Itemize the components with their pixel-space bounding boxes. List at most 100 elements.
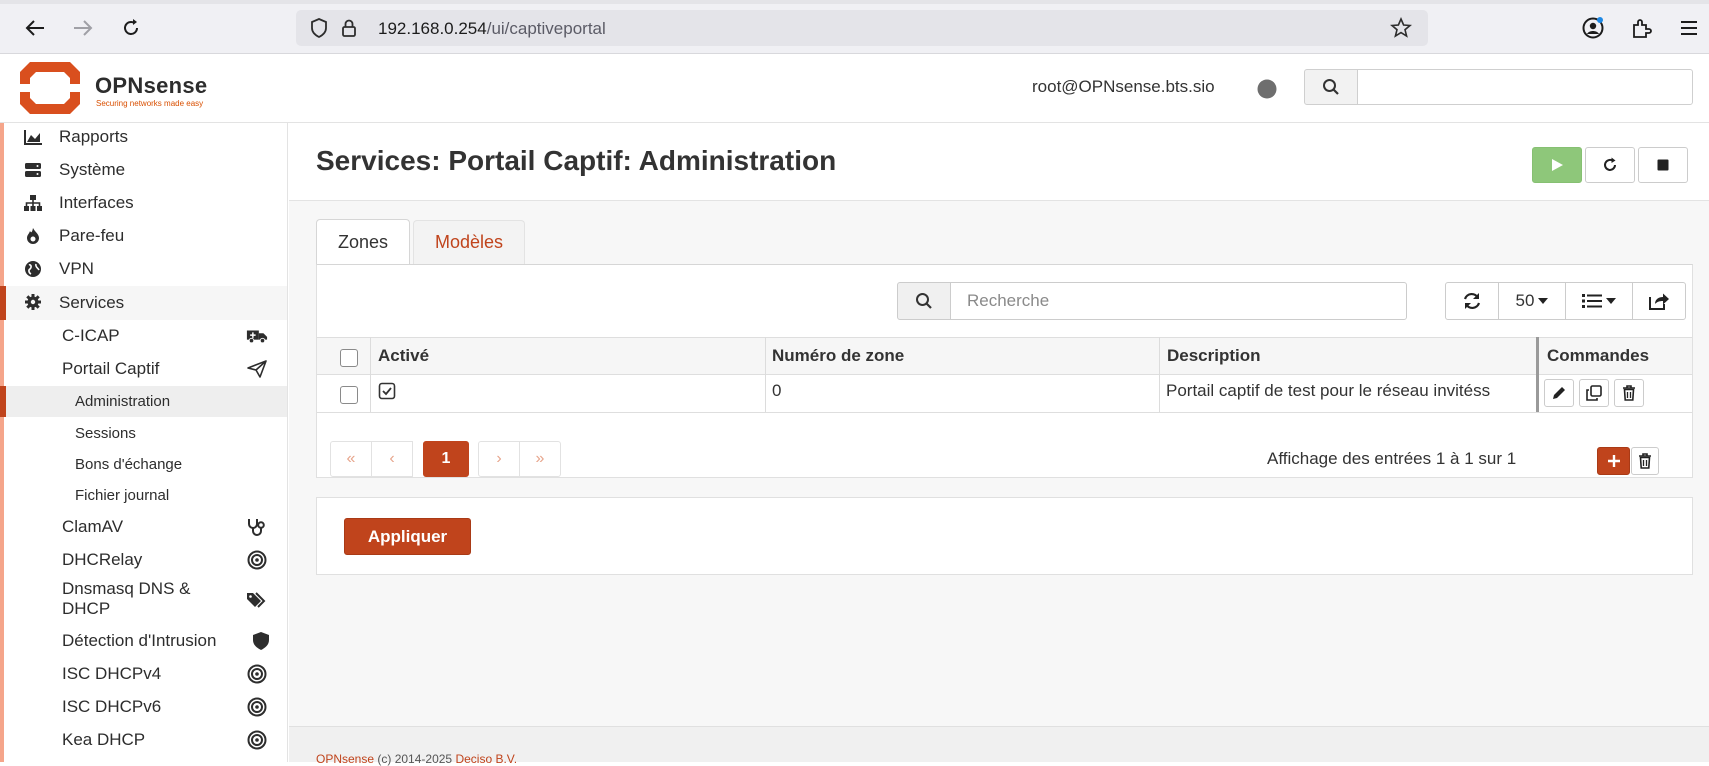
columns-dropdown[interactable] bbox=[1565, 282, 1633, 320]
bullseye-icon bbox=[246, 697, 268, 717]
footer-brand-link[interactable]: OPNsense bbox=[316, 752, 374, 766]
grid-search-button[interactable] bbox=[897, 282, 951, 320]
page-prev-button[interactable]: ‹ bbox=[371, 441, 413, 477]
column-header-zone[interactable]: Numéro de zone bbox=[772, 346, 904, 366]
back-button[interactable] bbox=[21, 14, 49, 42]
status-circle-icon[interactable] bbox=[1256, 78, 1278, 100]
stop-icon bbox=[1657, 159, 1669, 171]
column-header-commands: Commandes bbox=[1547, 346, 1650, 365]
sidebar-item-fichier-journal[interactable]: Fichier journal bbox=[0, 480, 287, 510]
service-start-button[interactable] bbox=[1532, 147, 1582, 183]
extensions-icon[interactable] bbox=[1628, 15, 1654, 41]
stethoscope-icon bbox=[246, 517, 268, 537]
forward-button[interactable] bbox=[69, 14, 97, 42]
zones-grid-card: 50 Activé Numéro de zone Description Com… bbox=[316, 264, 1693, 478]
browser-toolbar: 192.168.0.254/ui/captiveportal bbox=[0, 0, 1709, 54]
active-indicator bbox=[0, 286, 6, 320]
logo-tagline: Securing networks made easy bbox=[96, 99, 204, 108]
arrow-left-icon bbox=[25, 20, 44, 36]
sidebar-item-c-icap[interactable]: C-ICAP bbox=[0, 320, 287, 352]
sidebar-item-rapports[interactable]: Rapports bbox=[0, 123, 287, 153]
user-label[interactable]: root@OPNsense.bts.sio bbox=[1032, 77, 1215, 97]
service-restart-button[interactable] bbox=[1585, 147, 1635, 183]
paper-plane-icon bbox=[246, 359, 268, 379]
bullseye-icon bbox=[246, 550, 268, 570]
reload-button[interactable] bbox=[117, 14, 145, 42]
tags-icon bbox=[246, 590, 268, 610]
refresh-icon bbox=[1463, 292, 1481, 310]
header-search-button[interactable] bbox=[1304, 69, 1358, 105]
tab-zones[interactable]: Zones bbox=[316, 219, 410, 265]
pencil-icon bbox=[1553, 387, 1565, 399]
grid-search-input[interactable] bbox=[950, 282, 1407, 320]
current-page-indicator bbox=[0, 386, 6, 417]
sidebar-item-pare-feu[interactable]: Pare-feu bbox=[0, 220, 287, 252]
rows-per-page-dropdown[interactable]: 50 bbox=[1498, 282, 1566, 320]
sidebar-item-detection-intrusion[interactable]: Détection d'Intrusion bbox=[0, 625, 287, 657]
sidebar-item-dhcrelay[interactable]: DHCRelay bbox=[0, 544, 287, 576]
share-icon bbox=[1649, 293, 1669, 310]
gear-icon bbox=[22, 292, 44, 312]
footer-company-link[interactable]: Deciso B.V. bbox=[455, 752, 517, 766]
sidebar-item-administration[interactable]: Administration bbox=[0, 386, 287, 417]
arrow-right-icon bbox=[74, 20, 93, 36]
grid-refresh-button[interactable] bbox=[1445, 282, 1499, 320]
shield-outline-icon bbox=[306, 15, 332, 41]
page-title: Services: Portail Captif: Administration bbox=[316, 145, 837, 176]
play-icon bbox=[1552, 159, 1563, 171]
sidebar-item-bons-echange[interactable]: Bons d'échange bbox=[0, 449, 287, 479]
page-last-button[interactable]: » bbox=[519, 441, 561, 477]
caret-down-icon bbox=[1606, 298, 1616, 304]
bookmark-star-icon[interactable] bbox=[1388, 15, 1414, 41]
tab-strip-edge bbox=[0, 0, 1709, 4]
bullseye-icon bbox=[246, 664, 268, 684]
column-header-enabled[interactable]: Activé bbox=[378, 346, 429, 366]
sidebar-item-vpn[interactable]: VPN bbox=[0, 253, 287, 285]
page-title-bar: Services: Portail Captif: Administration bbox=[289, 123, 1709, 201]
sidebar-item-sessions[interactable]: Sessions bbox=[0, 418, 287, 448]
trash-icon bbox=[1639, 453, 1651, 469]
account-icon[interactable] bbox=[1580, 15, 1606, 41]
sidebar-item-isc-dhcpv6[interactable]: ISC DHCPv6 bbox=[0, 691, 287, 723]
row-select-checkbox[interactable] bbox=[340, 386, 358, 404]
menu-icon[interactable] bbox=[1676, 15, 1702, 41]
edit-button[interactable] bbox=[1544, 379, 1574, 407]
add-button[interactable] bbox=[1597, 447, 1630, 475]
lock-icon bbox=[336, 15, 362, 41]
sidebar-item-portail-captif[interactable]: Portail Captif bbox=[0, 353, 287, 385]
sidebar-item-dnsmasq[interactable]: Dnsmasq DNS & DHCP bbox=[0, 577, 287, 623]
delete-button[interactable] bbox=[1614, 379, 1644, 407]
apply-button[interactable]: Appliquer bbox=[344, 518, 471, 555]
sidebar-item-services[interactable]: Services bbox=[0, 286, 287, 320]
export-button[interactable] bbox=[1632, 282, 1686, 320]
column-header-description[interactable]: Description bbox=[1167, 346, 1261, 366]
sidebar-item-clamav[interactable]: ClamAV bbox=[0, 511, 287, 543]
sidebar-item-isc-dhcpv4[interactable]: ISC DHCPv4 bbox=[0, 658, 287, 690]
table-row[interactable]: 0 Portail captif de test pour le réseau … bbox=[317, 375, 1692, 413]
sidebar-item-interfaces[interactable]: Interfaces bbox=[0, 187, 287, 219]
page-1-button[interactable]: 1 bbox=[423, 441, 469, 477]
ambulance-icon bbox=[246, 326, 268, 346]
clone-button[interactable] bbox=[1579, 379, 1609, 407]
search-icon bbox=[916, 293, 932, 309]
bulk-delete-button[interactable] bbox=[1631, 447, 1659, 475]
url-text: 192.168.0.254/ui/captiveportal bbox=[378, 19, 606, 38]
tab-modeles[interactable]: Modèles bbox=[413, 220, 525, 264]
caret-down-icon bbox=[1538, 298, 1549, 304]
service-stop-button[interactable] bbox=[1638, 147, 1688, 183]
shield-icon bbox=[250, 631, 272, 651]
page-first-button[interactable]: « bbox=[330, 441, 372, 477]
select-all-checkbox[interactable] bbox=[340, 349, 358, 367]
header-search-input[interactable] bbox=[1357, 69, 1693, 105]
list-icon bbox=[1582, 294, 1602, 308]
clone-icon bbox=[1586, 385, 1602, 401]
grid-header-row: Activé Numéro de zone Description Comman… bbox=[317, 337, 1692, 375]
opnsense-logo[interactable] bbox=[16, 58, 84, 118]
address-bar[interactable]: 192.168.0.254/ui/captiveportal bbox=[296, 10, 1428, 46]
page-next-button[interactable]: › bbox=[478, 441, 520, 477]
server-icon bbox=[22, 160, 44, 180]
sidebar: Rapports Système Interfaces Pare-feu VPN… bbox=[0, 123, 288, 762]
chart-area-icon bbox=[22, 127, 44, 147]
sidebar-item-kea-dhcp[interactable]: Kea DHCP bbox=[0, 724, 287, 756]
sidebar-item-systeme[interactable]: Système bbox=[0, 154, 287, 186]
